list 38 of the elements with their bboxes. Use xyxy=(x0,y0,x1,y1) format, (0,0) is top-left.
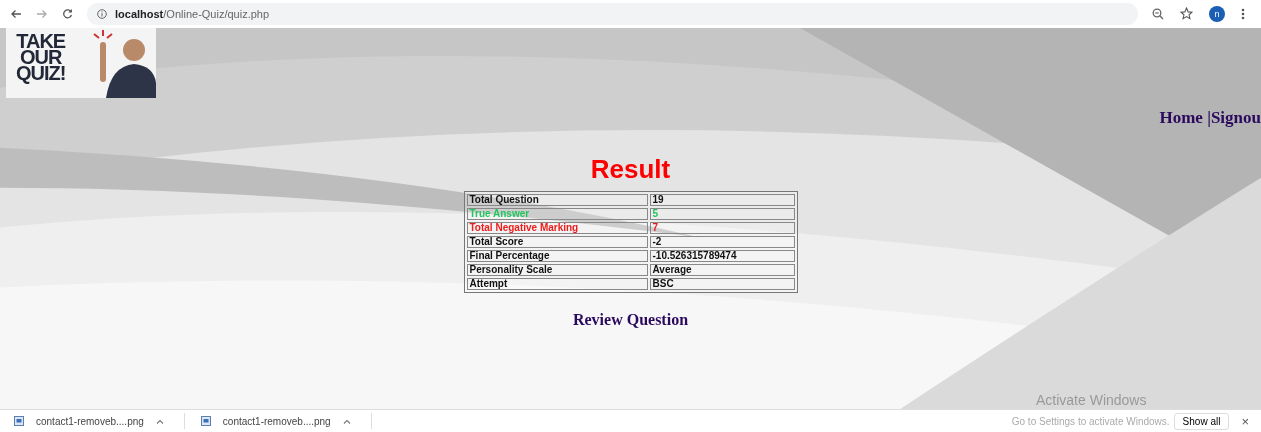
file-icon xyxy=(200,416,211,426)
menu-icon[interactable] xyxy=(1241,7,1245,20)
table-cell: Average xyxy=(649,263,795,276)
table-cell: Personality Scale xyxy=(466,263,648,276)
review-question-link[interactable]: Review Question xyxy=(572,310,689,329)
reload-icon[interactable] xyxy=(62,8,73,20)
download-item[interactable]: contact1-removeb....png xyxy=(14,413,185,429)
profile-avatar[interactable]: n xyxy=(1209,5,1225,22)
table-cell: Attempt xyxy=(466,277,648,290)
table-cell: 7 xyxy=(649,221,795,234)
activation-notice-title: Activate Windows xyxy=(1036,392,1147,409)
file-icon xyxy=(14,416,24,426)
chevron-up-icon[interactable] xyxy=(342,418,351,424)
chevron-up-icon[interactable] xyxy=(155,418,164,424)
table-cell: Total Question xyxy=(466,193,648,206)
zoom-icon[interactable] xyxy=(1152,7,1164,20)
table-cell: True Answer xyxy=(466,207,648,220)
table-cell: -2 xyxy=(649,235,795,248)
close-button[interactable]: × xyxy=(1235,412,1255,430)
logo-text: TAKE xyxy=(16,32,66,49)
back-icon[interactable] xyxy=(10,8,22,19)
table-cell: Total Negative Marking xyxy=(466,221,648,234)
table-cell: Total Score xyxy=(466,235,648,248)
result-heading: Result xyxy=(589,153,672,185)
table-cell: Final Percentage xyxy=(466,249,648,262)
nav-link[interactable]: Home | xyxy=(1159,107,1211,127)
show-all-button[interactable]: Show all xyxy=(1173,412,1230,430)
star-icon[interactable] xyxy=(1180,7,1193,21)
table-cell: BSC xyxy=(649,277,795,290)
download-item[interactable]: contact1-removeb....png xyxy=(200,413,372,429)
table-cell: 5 xyxy=(649,207,795,220)
table-cell: 19 xyxy=(649,193,795,206)
logo-text: OUR xyxy=(20,48,62,65)
activation-notice-text: Go to Settings to activate Windows. xyxy=(1011,415,1170,427)
table-cell: -10.526315789474 xyxy=(649,249,795,262)
nav-link[interactable]: Signou xyxy=(1210,107,1261,127)
address-bar[interactable]: localhost/Online-Quiz/quiz.php xyxy=(87,2,1138,25)
info-icon[interactable] xyxy=(97,8,107,19)
